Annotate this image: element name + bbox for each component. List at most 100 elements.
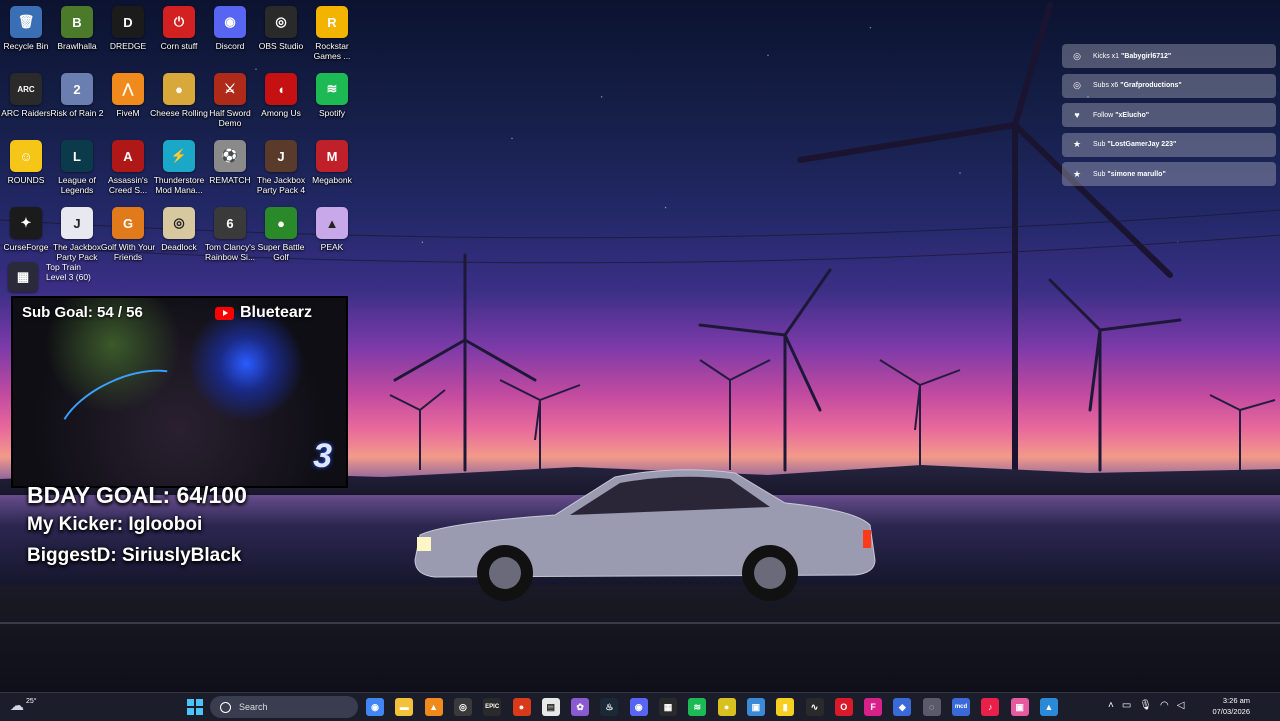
spotify-icon: ≋	[316, 73, 348, 105]
tiktok-icon[interactable]: ♪	[981, 698, 1000, 716]
app-circle-icon[interactable]: ◌	[922, 698, 941, 716]
microphone-icon[interactable]: 🎙	[1139, 700, 1152, 711]
app-diamond-icon[interactable]: ◆	[893, 698, 912, 716]
clock[interactable]: 3:26 am 07/03/2026	[1212, 695, 1250, 717]
alert-type: Subs x6	[1093, 82, 1121, 90]
vlc-icon[interactable]: ▲	[424, 698, 443, 716]
desktop-icon-rockstar-games[interactable]: R Rockstar Games ...	[307, 6, 357, 61]
chevron-up-icon[interactable]: ˄	[1108, 700, 1114, 711]
assassins-creed-icon: A	[112, 140, 144, 172]
desktop-icon-curseforge[interactable]: ✦ CurseForge	[1, 207, 51, 252]
desktop-icon-label: Rockstar Games ...	[313, 41, 351, 61]
desktop-icon-golf-with-friends[interactable]: G Golf With Your Friends	[101, 207, 155, 262]
sticky-notes-icon[interactable]: ▮	[776, 698, 795, 716]
alert-item: ◎ Kicks x1 "Babygirl6712"	[1062, 44, 1276, 68]
desktop-icon-arc-raiders[interactable]: ARC ARC Raiders	[1, 73, 51, 118]
bday-goal: BDAY GOAL: 64/100	[27, 482, 247, 508]
system-tray: ˄ ▭ 🎙 ◠ ◁	[1108, 700, 1184, 711]
app-yellow-icon[interactable]: ●	[717, 698, 736, 716]
desktop-icon-label: Megabonk	[312, 175, 352, 185]
tray-app-icon[interactable]: ▭	[1122, 700, 1131, 711]
wifi-icon[interactable]: ◠	[1160, 700, 1169, 711]
alert-type: Sub	[1093, 141, 1108, 149]
desktop-icon-league-of-legends[interactable]: L League of Legends	[52, 140, 102, 195]
desktop-icon-corn-stuff[interactable]: ⏻ Corn stuff	[154, 6, 204, 51]
fivem-icon: ⋀	[112, 73, 144, 105]
deadlock-icon: ◎	[163, 207, 195, 239]
top-train-widget[interactable]: ▦ Top Train Level 3 (60)	[8, 262, 128, 292]
top-train-title: Top Train	[46, 262, 81, 272]
desktop-icon-label: PEAK	[320, 242, 344, 252]
desktop-icon-half-sword[interactable]: ⚔ Half Sword Demo	[205, 73, 255, 128]
half-sword-icon: ⚔	[214, 73, 246, 105]
desktop-icon-cheese-rolling[interactable]: ● Cheese Rolling	[150, 73, 208, 118]
app-pink-icon[interactable]: ▣	[1010, 698, 1029, 716]
desktop-icon-spotify[interactable]: ≋ Spotify	[307, 73, 357, 118]
alert-item: ★ Sub "LostGamerJay 223"	[1062, 132, 1276, 157]
desktop-icon-discord[interactable]: ◉ Discord	[205, 6, 255, 51]
sub-icon: ◎	[1073, 80, 1081, 91]
recycle-bin-icon: 🗑	[10, 6, 42, 38]
obs-studio-icon: ◎	[265, 6, 297, 38]
cheese-rolling-icon: ●	[163, 73, 195, 105]
alert-item: ◎ Subs x6 "Grafproductions"	[1062, 73, 1276, 98]
thunderstore-icon: ⚡	[163, 140, 195, 172]
desktop-icon-obs-studio[interactable]: ◎ OBS Studio	[256, 6, 306, 51]
app-notes-icon[interactable]: ▤	[541, 698, 560, 716]
app-blue-icon[interactable]: ▲	[1039, 698, 1058, 716]
app-photo-icon[interactable]: ▣	[746, 698, 765, 716]
channel-badge: Bluetearz	[215, 304, 312, 322]
dredge-icon: D	[112, 6, 144, 38]
search-box[interactable]: Search	[210, 696, 358, 718]
volume-icon[interactable]: ◁	[1177, 700, 1185, 711]
desktop-icon-jackbox[interactable]: J The Jackbox Party Pack	[52, 207, 102, 262]
jackbox-icon: J	[61, 207, 93, 239]
weather-widget[interactable]: ☁ 25°	[10, 697, 37, 714]
kick-icon: ◎	[1073, 50, 1081, 61]
desktop-icon-fivem[interactable]: ⋀ FiveM	[103, 73, 153, 118]
weather-temp: 25°	[26, 698, 37, 705]
webcam-overlay: Sub Goal: 54 / 56 Bluetearz 3	[11, 296, 348, 488]
alert-username: "xElucho"	[1115, 111, 1150, 119]
start-button[interactable]	[187, 699, 203, 715]
app-purple-icon[interactable]: ✿	[571, 698, 590, 716]
desktop-icon-dredge[interactable]: D DREDGE	[103, 6, 153, 51]
alert-username: "Grafproductions"	[1120, 82, 1182, 90]
app-f-icon[interactable]: F	[864, 698, 883, 716]
alert-item: ♥ Follow "xElucho"	[1062, 103, 1276, 128]
desktop-icon-rainbow-six[interactable]: 6 Tom Clancy's Rainbow Si...	[205, 207, 255, 262]
desktop-icon-megabonk[interactable]: M Megabonk	[307, 140, 357, 185]
alert-username: "simone marullo"	[1107, 170, 1166, 178]
desktop-icon-super-battle-golf[interactable]: ● Super Battle Golf	[256, 207, 306, 262]
super-battle-golf-icon: ●	[265, 207, 297, 239]
desktop-icon-recycle-bin[interactable]: 🗑 Recycle Bin	[1, 6, 51, 51]
alert-username: "Babygirl6712"	[1121, 52, 1172, 60]
app-wave-icon[interactable]: ∿	[805, 698, 824, 716]
desktop-icon-rounds[interactable]: ☺ ROUNDS	[1, 140, 51, 185]
app-dark-icon[interactable]: ▦	[659, 698, 677, 716]
opera-icon[interactable]: O	[834, 698, 853, 716]
desktop-icon-assassins-creed[interactable]: A Assassin's Creed S...	[103, 140, 153, 195]
alert-item: ★ Sub "simone marullo"	[1062, 162, 1276, 187]
desktop-icon-brawlhalla[interactable]: B Brawlhalla	[52, 6, 102, 51]
desktop-icon-thunderstore[interactable]: ⚡ Thunderstore Mod Mana...	[154, 140, 204, 195]
desktop-icon-rematch[interactable]: ⚽ REMATCH	[205, 140, 255, 185]
discord-taskbar-icon[interactable]: ◉	[629, 698, 648, 716]
channel-name: Bluetearz	[240, 304, 313, 321]
desktop-icon-risk-of-rain-2[interactable]: 2 Risk of Rain 2	[51, 73, 103, 118]
arc-raiders-icon: ARC	[10, 73, 42, 105]
chrome-icon[interactable]: ◉	[366, 698, 384, 716]
file-explorer-icon[interactable]: ▬	[395, 698, 414, 716]
obs-icon[interactable]: ◎	[453, 698, 472, 716]
app-mcd-icon[interactable]: mcd	[952, 698, 970, 716]
desktop-icon-jackbox-4[interactable]: J The Jackbox Party Pack 4	[256, 140, 306, 195]
epic-games-icon[interactable]: EPIC	[483, 698, 502, 716]
steam-icon[interactable]: ♨	[600, 698, 619, 716]
megabonk-icon: M	[316, 140, 348, 172]
alert-text: Sub "simone marullo"	[1093, 171, 1166, 178]
desktop-icon-among-us[interactable]: ◖ Among Us	[256, 73, 306, 118]
spotify-taskbar-icon[interactable]: ≋	[688, 698, 707, 716]
app-red-icon[interactable]: ●	[512, 698, 531, 716]
desktop-icon-deadlock[interactable]: ◎ Deadlock	[154, 207, 204, 252]
desktop-icon-peak[interactable]: ▲ PEAK	[307, 207, 357, 252]
